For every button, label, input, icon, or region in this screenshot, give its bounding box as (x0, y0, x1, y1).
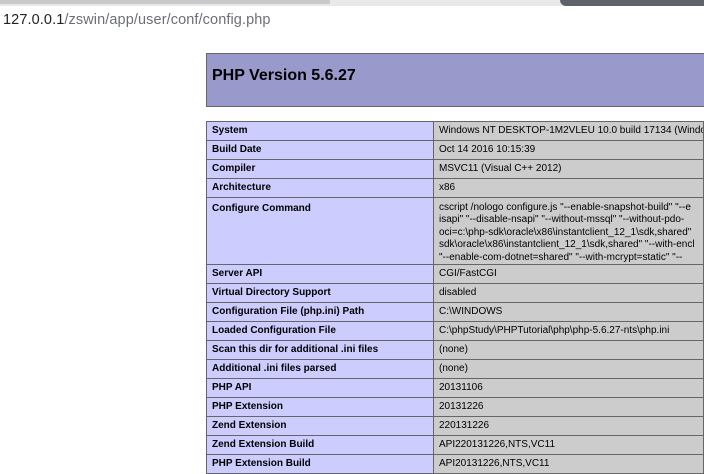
row-label: Loaded Configuration File (206, 321, 434, 342)
row-value: disabled (433, 283, 704, 304)
row-label: PHP API (206, 378, 434, 399)
row-label: Server API (206, 264, 434, 285)
row-value: API20131226,NTS,VC11 (433, 454, 704, 474)
url-path: /zswin/app/user/conf/config.php (64, 12, 271, 28)
row-value: MSVC11 (Visual C++ 2012) (433, 159, 704, 179)
table-row: Virtual Directory Support disabled (206, 283, 704, 304)
row-label: Virtual Directory Support (206, 283, 434, 304)
phpinfo-header: PHP Version 5.6.27 (206, 53, 704, 107)
table-row: Architecture x86 (206, 178, 704, 198)
browser-tab-edge[interactable] (0, 0, 330, 4)
table-row: Compiler MSVC11 (Visual C++ 2012) (206, 159, 704, 179)
configure-line: oci=c:\php-sdk\oracle\x86\instantclient_… (439, 226, 692, 238)
row-value: Windows NT DESKTOP-1M2VLEU 10.0 build 17… (433, 121, 704, 141)
table-row: System Windows NT DESKTOP-1M2VLEU 10.0 b… (206, 121, 704, 141)
configure-line: sdk\oracle\x86\instantclient_12_1\sdk,sh… (439, 239, 695, 251)
configure-line: isapi" "--disable-nsapi" "--without-mssq… (439, 214, 685, 226)
row-value: (none) (433, 359, 704, 380)
row-label: Zend Extension Build (206, 435, 434, 456)
row-label: Additional .ini files parsed (206, 359, 434, 380)
row-value: 20131106 (433, 378, 704, 399)
row-value: C:\WINDOWS (433, 302, 704, 323)
page-title: PHP Version 5.6.27 (212, 67, 356, 84)
table-row: PHP Extension Build API20131226,NTS,VC11 (206, 454, 704, 474)
row-value-multiline: cscript /nologo configure.js "--enable-s… (433, 196, 704, 266)
table-row: PHP API 20131106 (206, 378, 704, 399)
row-value: API220131226,NTS,VC11 (433, 435, 704, 456)
table-row: Configure Command cscript /nologo config… (206, 196, 704, 266)
table-row: Configuration File (php.ini) Path C:\WIN… (206, 302, 704, 323)
table-row: Zend Extension Build API220131226,NTS,VC… (206, 435, 704, 456)
row-label: Scan this dir for additional .ini files (206, 340, 434, 361)
row-value: 20131226 (433, 397, 704, 418)
row-label: Configuration File (php.ini) Path (206, 302, 434, 323)
row-value: Oct 14 2016 10:15:39 (433, 140, 704, 160)
table-row: Loaded Configuration File C:\phpStudy\PH… (206, 321, 704, 342)
table-row: PHP Extension 20131226 (206, 397, 704, 418)
url-text[interactable]: 127.0.0.1/zswin/app/user/conf/config.php (3, 12, 271, 28)
row-label: PHP Extension Build (206, 454, 434, 474)
row-label: Configure Command (206, 196, 434, 266)
row-value: CGI/FastCGI (433, 264, 704, 285)
table-row: Server API CGI/FastCGI (206, 264, 704, 285)
table-row: Additional .ini files parsed (none) (206, 359, 704, 380)
phpinfo-table: System Windows NT DESKTOP-1M2VLEU 10.0 b… (206, 121, 704, 474)
configure-line: cscript /nologo configure.js "--enable-s… (439, 202, 691, 213)
table-row: Scan this dir for additional .ini files … (206, 340, 704, 361)
row-label: System (206, 121, 434, 141)
row-value: x86 (433, 178, 704, 198)
row-value: (none) (433, 340, 704, 361)
row-label: PHP Extension (206, 397, 434, 418)
row-value: 220131226 (433, 416, 704, 437)
table-row: Build Date Oct 14 2016 10:15:39 (206, 140, 704, 160)
row-label: Compiler (206, 159, 434, 179)
row-value: C:\phpStudy\PHPTutorial\php\php-5.6.27-n… (433, 321, 704, 342)
configure-line: "--enable-com-dotnet=shared" "--with-mcr… (439, 251, 683, 263)
row-label: Architecture (206, 178, 434, 198)
row-label: Zend Extension (206, 416, 434, 437)
table-row: Zend Extension 220131226 (206, 416, 704, 437)
address-bar[interactable]: 127.0.0.1/zswin/app/user/conf/config.php (0, 6, 704, 38)
row-label: Build Date (206, 140, 434, 160)
url-host: 127.0.0.1 (3, 12, 65, 28)
